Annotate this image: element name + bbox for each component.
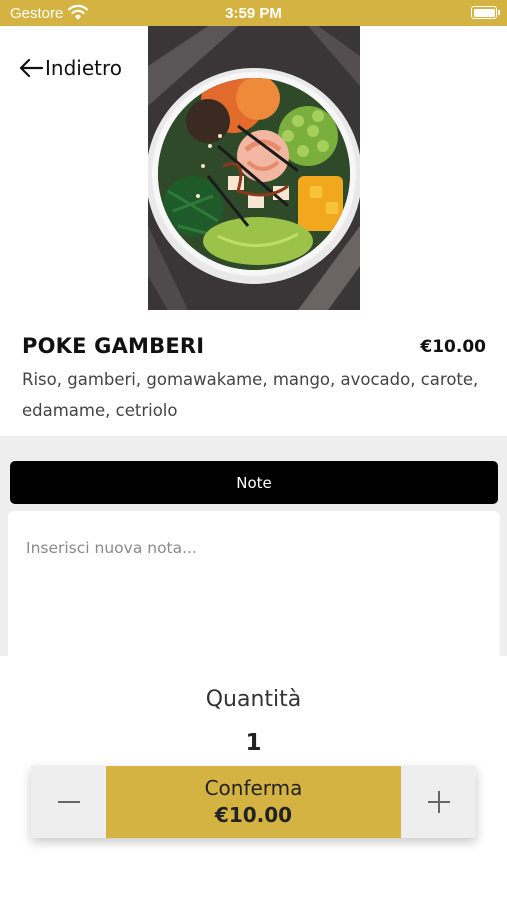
confirm-label: Conferma [204,776,303,800]
note-input[interactable] [8,511,500,656]
dish-name: POKE GAMBERI [22,334,205,358]
notes-header: Note [10,461,498,504]
confirm-button[interactable]: Conferma €10.00 [106,766,401,838]
dish-price: €10.00 [420,337,486,357]
increase-quantity-button[interactable] [401,766,476,838]
minus-icon [57,801,80,803]
back-arrow-icon [19,58,44,78]
dish-photo [148,26,360,310]
clock: 3:59 PM [225,5,282,22]
quantity-value: 1 [245,730,262,756]
back-button[interactable]: Indietro [18,54,122,82]
battery-icon [471,6,500,19]
order-bar: Conferma €10.00 [31,766,476,838]
confirm-total: €10.00 [214,803,293,827]
decrease-quantity-button[interactable] [31,766,106,838]
status-bar: Gestore 3:59 PM [0,0,507,26]
dish-description: Riso, gamberi, gomawakame, mango, avocad… [22,370,479,420]
plus-icon [427,791,450,813]
quantity-label: Quantità [205,687,302,712]
back-label: Indietro [45,56,122,80]
